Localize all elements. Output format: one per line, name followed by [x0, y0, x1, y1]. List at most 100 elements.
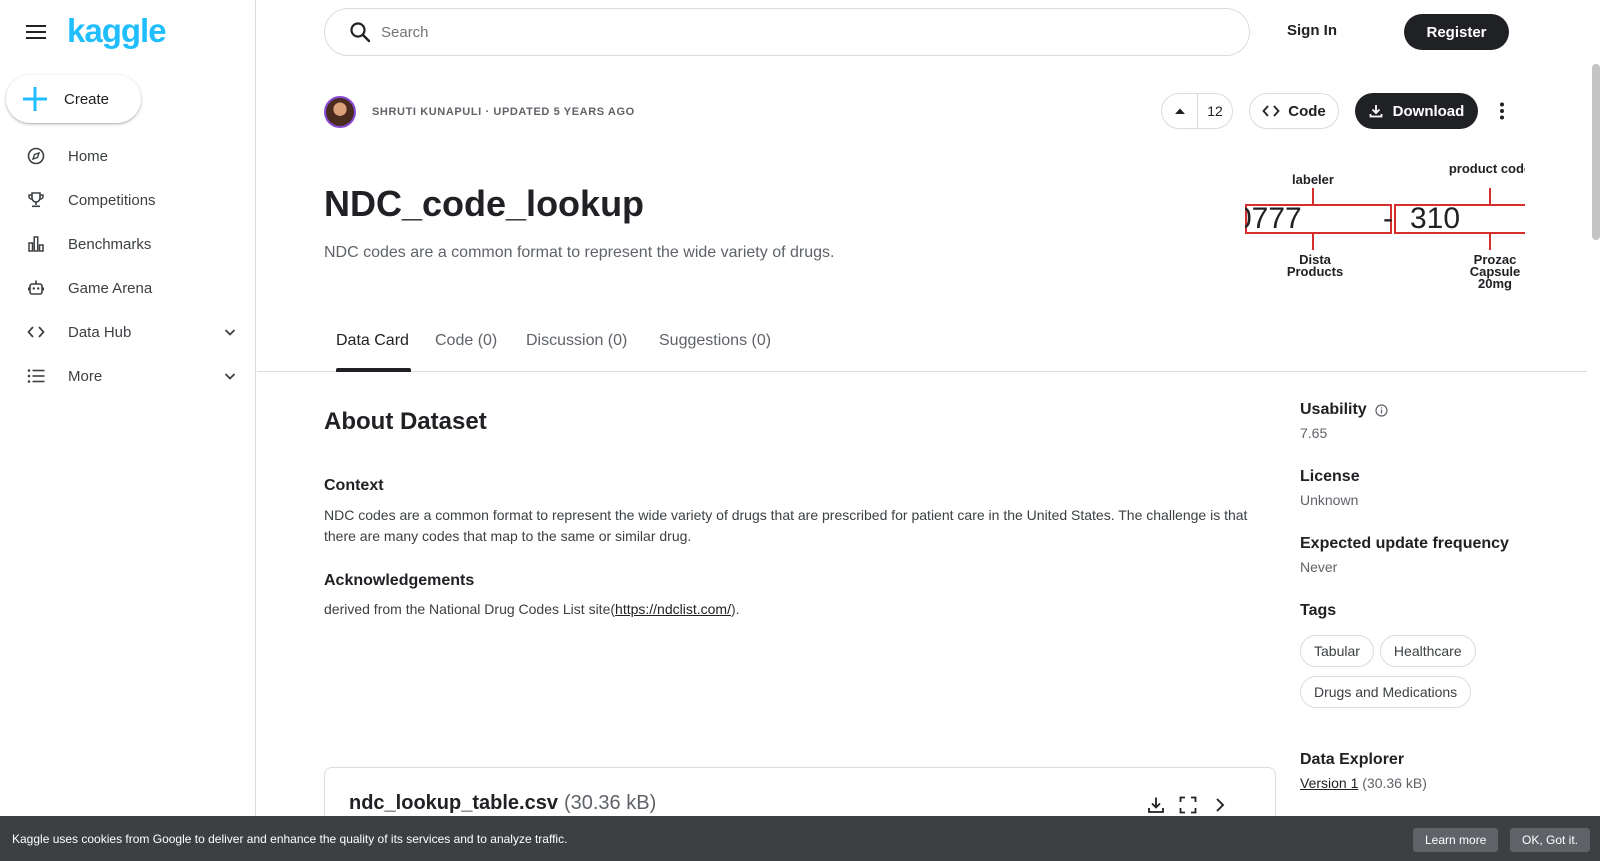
acknowledgements-text: derived from the National Drug Codes Lis…: [324, 601, 740, 617]
hero-code-sep: -: [1383, 202, 1393, 235]
owner-meta: SHRUTI KUNAPULI · UPDATED 5 YEARS AGO: [372, 106, 635, 118]
frequency-value: Never: [1300, 559, 1338, 575]
sidebar-item-label: Competitions: [68, 191, 156, 209]
sign-in-button[interactable]: Sign In: [1287, 22, 1337, 39]
download-button[interactable]: Download: [1355, 93, 1478, 129]
usability-label: Usability: [1300, 401, 1367, 418]
code-button-label: Code: [1288, 102, 1326, 120]
acknowledgements-heading: Acknowledgements: [324, 572, 475, 589]
create-label: Create: [64, 90, 110, 108]
usability-section: Usability 7.65: [1300, 401, 1388, 441]
robot-icon: [26, 278, 46, 298]
page-title: NDC_code_lookup: [324, 183, 645, 224]
ack-prefix: derived from the National Drug Codes Lis…: [324, 601, 616, 617]
hero-under-left-2: Products: [1287, 264, 1343, 279]
search-icon: [350, 22, 371, 43]
download-icon[interactable]: [1145, 794, 1167, 816]
hero-product-code: product code: [1449, 161, 1525, 176]
plus-icon: [22, 86, 48, 112]
ndclist-link[interactable]: https://ndclist.com/: [615, 601, 731, 617]
tab-code[interactable]: Code (0): [435, 332, 497, 350]
context-text: NDC codes are a common format to represe…: [324, 507, 1248, 544]
menu-icon[interactable]: [22, 20, 50, 44]
ack-suffix: ).: [730, 601, 740, 617]
about-heading: About Dataset: [324, 408, 487, 435]
file-size: (30.36 kB): [563, 792, 657, 814]
avatar[interactable]: [324, 96, 356, 128]
tab-suggestions[interactable]: Suggestions (0): [659, 332, 771, 350]
dataset-cover-image: labeler product code 0777 - 310 Dista Pr…: [1245, 161, 1525, 291]
chevron-down-icon[interactable]: [222, 368, 238, 384]
hero-under-right-3: 20mg: [1478, 276, 1512, 291]
tag-chip[interactable]: Healthcare: [1379, 635, 1476, 667]
tags-label: Tags: [1300, 602, 1337, 619]
tab-discussion[interactable]: Discussion (0): [526, 332, 627, 350]
file-name: ndc_lookup_table.csv: [349, 792, 558, 814]
list-icon: [26, 366, 46, 386]
chevron-right-icon[interactable]: [1209, 794, 1231, 816]
sidebar-item-label: Data Hub: [68, 323, 132, 341]
more-options-icon[interactable]: [1490, 98, 1514, 124]
tag-chip[interactable]: Drugs and Medications: [1300, 676, 1472, 708]
create-button[interactable]: Create: [6, 75, 141, 123]
code-icon: [1262, 105, 1280, 117]
context-heading: Context: [324, 477, 384, 494]
caret-up-icon: [1174, 108, 1185, 114]
license-label: License: [1300, 468, 1360, 485]
owner-row: SHRUTI KUNAPULI · UPDATED 5 YEARS AGO: [324, 96, 635, 128]
active-tab-indicator: [336, 368, 411, 372]
code-icon: [26, 322, 46, 342]
upvote-button[interactable]: [1162, 94, 1198, 128]
sidebar-item-competitions[interactable]: Competitions: [0, 178, 256, 222]
download-icon: [1369, 105, 1383, 118]
explorer-label: Data Explorer: [1300, 751, 1405, 768]
scrollbar[interactable]: [1592, 64, 1600, 240]
tag-chip[interactable]: Tabular: [1300, 635, 1374, 667]
tags-section: Tags Tabular Healthcare Drugs and Medicati…: [1300, 602, 1540, 717]
search-input[interactable]: [381, 23, 1181, 41]
file-title[interactable]: ndc_lookup_table.csv (30.36 kB): [349, 792, 656, 815]
sidebar-item-label: Game Arena: [68, 279, 153, 297]
learn-more-button[interactable]: Learn more: [1413, 828, 1499, 852]
vote-control: 12: [1161, 93, 1233, 129]
sidebar-item-label: Benchmarks: [68, 235, 152, 253]
main-content: Sign In Register SHRUTI KUNAPULI · UPDAT…: [257, 0, 1600, 861]
vote-count: 12: [1207, 103, 1223, 119]
fullscreen-icon[interactable]: [1177, 794, 1199, 816]
explorer-size: (30.36 kB): [1362, 775, 1427, 791]
cookie-message: Kaggle uses cookies from Google to deliv…: [12, 832, 568, 846]
license-value: Unknown: [1300, 492, 1359, 508]
code-button[interactable]: Code: [1249, 93, 1339, 129]
kaggle-logo[interactable]: kaggle: [67, 12, 167, 50]
frequency-label: Expected update frequency: [1300, 535, 1509, 552]
version-link[interactable]: Version 1: [1300, 775, 1358, 791]
hero-code-left: 0777: [1245, 202, 1302, 235]
register-button[interactable]: Register: [1404, 14, 1509, 50]
compass-icon: [26, 146, 46, 166]
sidebar-nav: Home Competitions Benchmarks Game Arena …: [0, 134, 256, 398]
info-icon[interactable]: [1375, 403, 1388, 417]
sidebar-item-more[interactable]: More: [0, 354, 256, 398]
update-frequency-section: Expected update frequency Never: [1300, 535, 1509, 575]
chevron-down-icon[interactable]: [222, 324, 238, 340]
tab-data-card[interactable]: Data Card: [336, 332, 409, 350]
page-subtitle: NDC codes are a common format to represe…: [324, 244, 835, 261]
search-bar[interactable]: [324, 8, 1250, 56]
hero-code-right: 310: [1410, 202, 1460, 235]
license-section: License Unknown: [1300, 468, 1360, 508]
sidebar: kaggle Create Home Competitions Benchmar…: [0, 0, 256, 861]
sidebar-item-game-arena[interactable]: Game Arena: [0, 266, 256, 310]
trophy-icon: [26, 190, 46, 210]
sidebar-item-home[interactable]: Home: [0, 134, 256, 178]
usability-value: 7.65: [1300, 425, 1328, 441]
sidebar-item-label: More: [68, 367, 103, 385]
cookie-ok-button[interactable]: OK, Got it.: [1510, 828, 1591, 852]
sidebar-item-data-hub[interactable]: Data Hub: [0, 310, 256, 354]
bar-chart-icon: [26, 234, 46, 254]
sidebar-item-benchmarks[interactable]: Benchmarks: [0, 222, 256, 266]
sidebar-item-label: Home: [68, 147, 109, 165]
cookie-banner: Kaggle uses cookies from Google to deliv…: [0, 816, 1600, 861]
download-button-label: Download: [1392, 102, 1465, 120]
dataset-tabs: Data Card Code (0) Discussion (0) Sugges…: [257, 326, 1587, 372]
hero-labeler: labeler: [1292, 172, 1334, 187]
